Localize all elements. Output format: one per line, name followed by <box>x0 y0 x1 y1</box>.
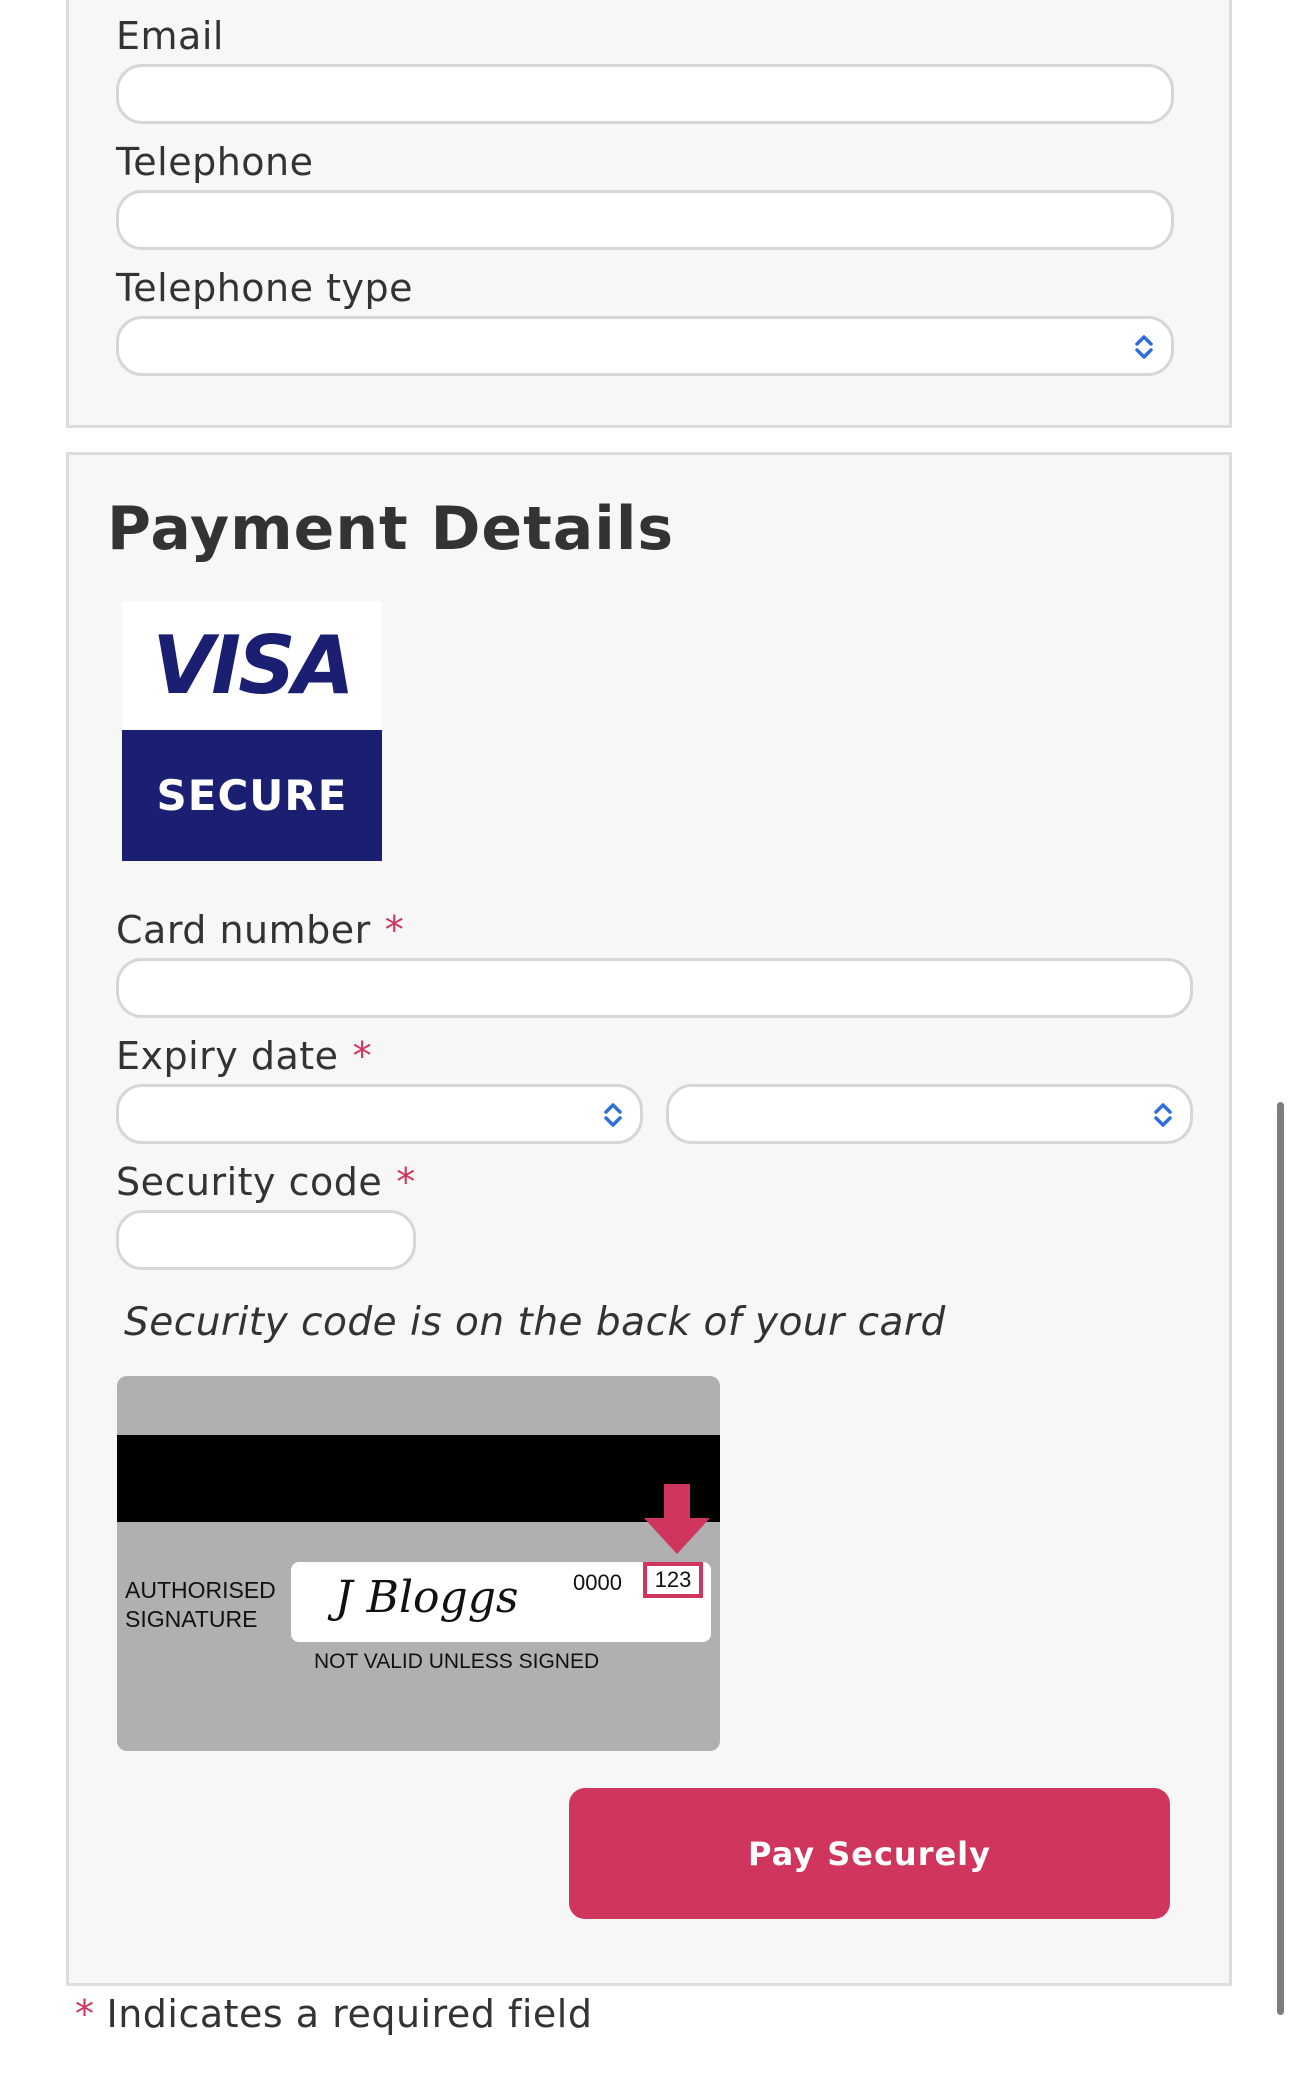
expiry-date-label: Expiry date * <box>116 1034 373 1078</box>
pay-securely-button[interactable]: Pay Securely <box>569 1788 1170 1919</box>
chevron-up-down-icon <box>1154 1103 1172 1127</box>
telephone-label: Telephone <box>116 140 314 184</box>
email-field[interactable] <box>116 64 1174 124</box>
security-code-label: Security code * <box>116 1160 416 1204</box>
security-code-hint: Security code is on the back of your car… <box>124 1300 946 1345</box>
authorised-signature-label: AUTHORISED SIGNATURE <box>125 1577 276 1632</box>
required-field-note: * Indicates a required field <box>75 1992 593 2036</box>
chevron-up-down-icon <box>1135 335 1153 359</box>
security-code-field[interactable] <box>116 1210 416 1270</box>
magnetic-stripe <box>117 1435 720 1522</box>
cvv-highlight: 123 <box>643 1562 703 1598</box>
visa-wordmark: VISA <box>152 619 354 712</box>
telephone-type-select[interactable] <box>116 316 1174 376</box>
card-number-field[interactable] <box>116 958 1193 1018</box>
required-asterisk: * <box>75 1992 95 2036</box>
card-back-illustration: AUTHORISED SIGNATURE J Bloggs 0000 123 N… <box>117 1376 720 1751</box>
expiry-year-select[interactable] <box>666 1084 1193 1144</box>
expiry-month-select[interactable] <box>116 1084 643 1144</box>
signature-text: J Bloggs <box>335 1572 519 1623</box>
required-asterisk: * <box>384 908 405 952</box>
arrow-down-icon <box>644 1484 710 1554</box>
signature-strip: J Bloggs 0000 123 <box>291 1562 711 1642</box>
telephone-type-label: Telephone type <box>116 266 413 310</box>
card-last-digits: 0000 <box>573 1570 622 1595</box>
required-asterisk: * <box>352 1034 373 1078</box>
not-valid-text: NOT VALID UNLESS SIGNED <box>314 1650 600 1673</box>
telephone-field[interactable] <box>116 190 1174 250</box>
page-scrollbar[interactable] <box>1277 1102 1284 2015</box>
required-asterisk: * <box>396 1160 416 1204</box>
email-label: Email <box>116 14 224 58</box>
visa-secure-band: SECURE <box>122 730 382 861</box>
payment-details-heading: Payment Details <box>107 494 675 564</box>
card-number-label: Card number * <box>116 908 405 952</box>
visa-secure-logo: VISA SECURE <box>122 601 382 861</box>
chevron-up-down-icon <box>604 1103 622 1127</box>
